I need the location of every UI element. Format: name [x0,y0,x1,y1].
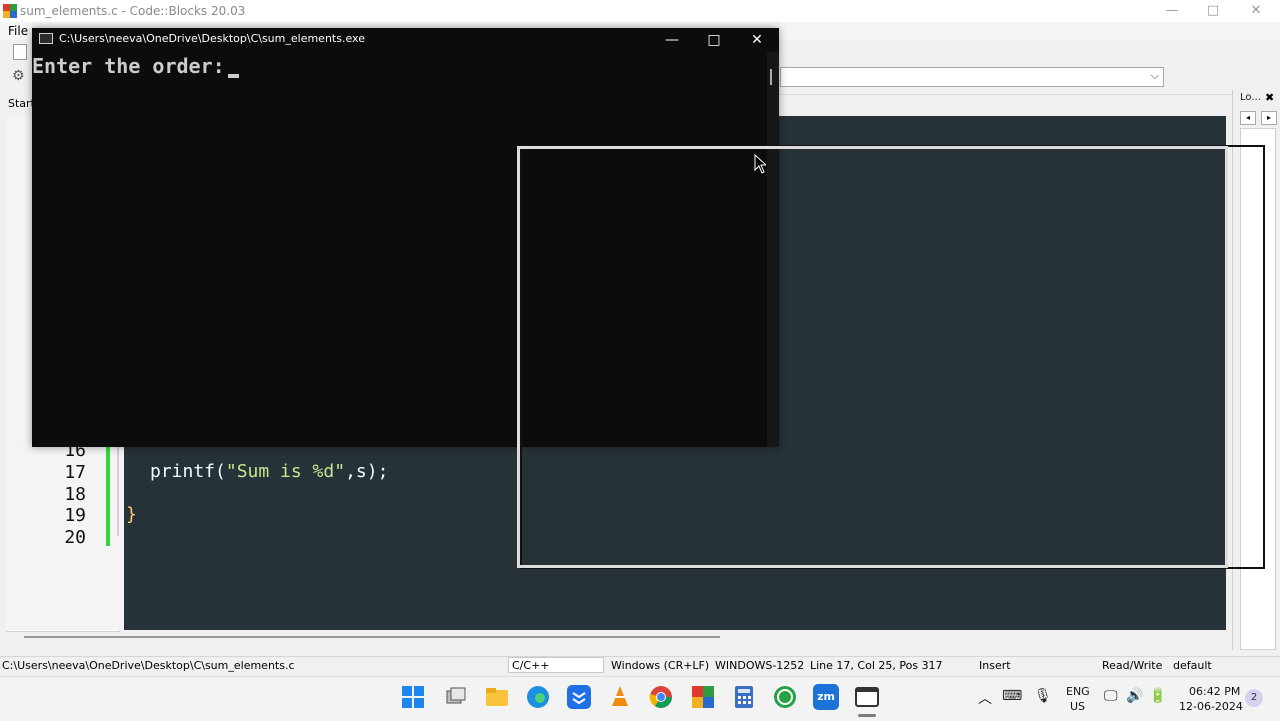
status-language: C/C++ [512,659,550,672]
console-maximize-button[interactable]: □ [692,28,736,52]
status-line-endings: Windows (CR+LF) [611,659,710,672]
microphone-icon[interactable]: 🎙 [1034,688,1052,704]
status-file-path: C:\Users\neeva\OneDrive\Desktop\C\sum_el… [2,659,295,672]
terminal-icon [39,33,53,44]
whatsapp-icon[interactable] [772,684,798,710]
window-drag-outline [517,146,1228,568]
chevron-up-icon[interactable]: ︿ [978,688,992,708]
horizontal-scroll-thumb[interactable] [24,636,720,638]
tab-start[interactable]: Start [8,97,35,110]
volume-icon[interactable]: 🔊 [1126,688,1143,704]
ide-minimize-button[interactable]: — [1150,0,1194,22]
status-cursor-position: Line 17, Col 25, Pos 317 [810,659,943,672]
line-number: 20 [64,527,86,548]
console-close-button[interactable]: ✕ [735,28,779,52]
active-app-indicator [858,714,876,717]
windows-start-icon[interactable] [402,686,424,711]
console-taskbar-icon[interactable] [854,684,880,710]
console-prompt-text: Enter the order: [32,54,225,78]
keyboard-icon[interactable]: ⌨ [1002,688,1022,704]
gear-icon[interactable]: ⚙ [12,68,25,84]
status-profile: default [1173,659,1212,672]
new-file-icon[interactable] [13,44,27,60]
code-token: ,s); [345,461,389,482]
chevron-down-icon[interactable]: ⌵ [1151,69,1159,83]
change-marker [106,446,110,546]
status-read-write: Read/Write [1102,659,1163,672]
tab-logs[interactable]: Lo... [1240,92,1261,103]
edge-browser-icon[interactable] [525,684,551,710]
task-view-icon[interactable] [443,684,469,710]
status-encoding: WINDOWS-1252 [715,659,805,672]
vlc-icon[interactable] [607,684,633,710]
zoom-icon[interactable]: zm [813,684,839,710]
ide-maximize-button[interactable]: □ [1191,0,1235,22]
code-brace: } [126,504,137,525]
notification-badge[interactable]: 2 [1245,689,1263,707]
battery-icon[interactable]: 🔋 [1149,688,1166,704]
line-number: 19 [64,505,86,526]
taskbar [0,676,1280,721]
code-completion-combo[interactable]: ⌵ [780,67,1164,87]
calculator-icon[interactable] [731,684,757,710]
chevron-left-icon[interactable]: ◂ [1240,111,1256,125]
text-cursor [228,74,239,78]
code-string: "Sum is %d" [225,461,346,482]
input-language[interactable]: ENG [1066,685,1090,698]
clock-time[interactable]: 06:42 PM [1189,685,1240,698]
fold-margin [117,446,119,536]
line-number: 17 [64,462,86,483]
menu-file[interactable]: File [8,24,28,38]
status-insert-mode: Insert [979,659,1011,672]
close-icon[interactable]: ✖ [1265,91,1274,104]
console-minimize-button[interactable]: — [650,28,694,52]
code-line-17[interactable]: printf("Sum is %d",s); [150,461,388,482]
chrome-icon[interactable] [648,684,674,710]
mouse-pointer-icon [754,153,768,177]
code-token: printf( [150,461,226,482]
ide-window-title: sum_elements.c - Code::Blocks 20.03 [20,4,246,18]
chevron-right-icon[interactable]: ▸ [1261,111,1277,125]
line-number: 18 [64,484,86,505]
dropbox-icon[interactable] [566,684,592,710]
code-line-19[interactable]: } [126,504,137,525]
input-region[interactable]: US [1070,700,1085,713]
console-scroll-thumb[interactable] [770,69,772,85]
ide-close-button[interactable]: ✕ [1234,0,1278,22]
console-window-title: C:\Users\neeva\OneDrive\Desktop\C\sum_el… [59,32,365,45]
network-icon[interactable]: 🖵 [1104,688,1118,704]
codeblocks-app-icon [3,4,17,18]
file-explorer-icon[interactable] [484,684,510,710]
clock-date[interactable]: 12-06-2024 [1179,700,1243,713]
codeblocks-taskbar-icon[interactable] [690,684,716,710]
